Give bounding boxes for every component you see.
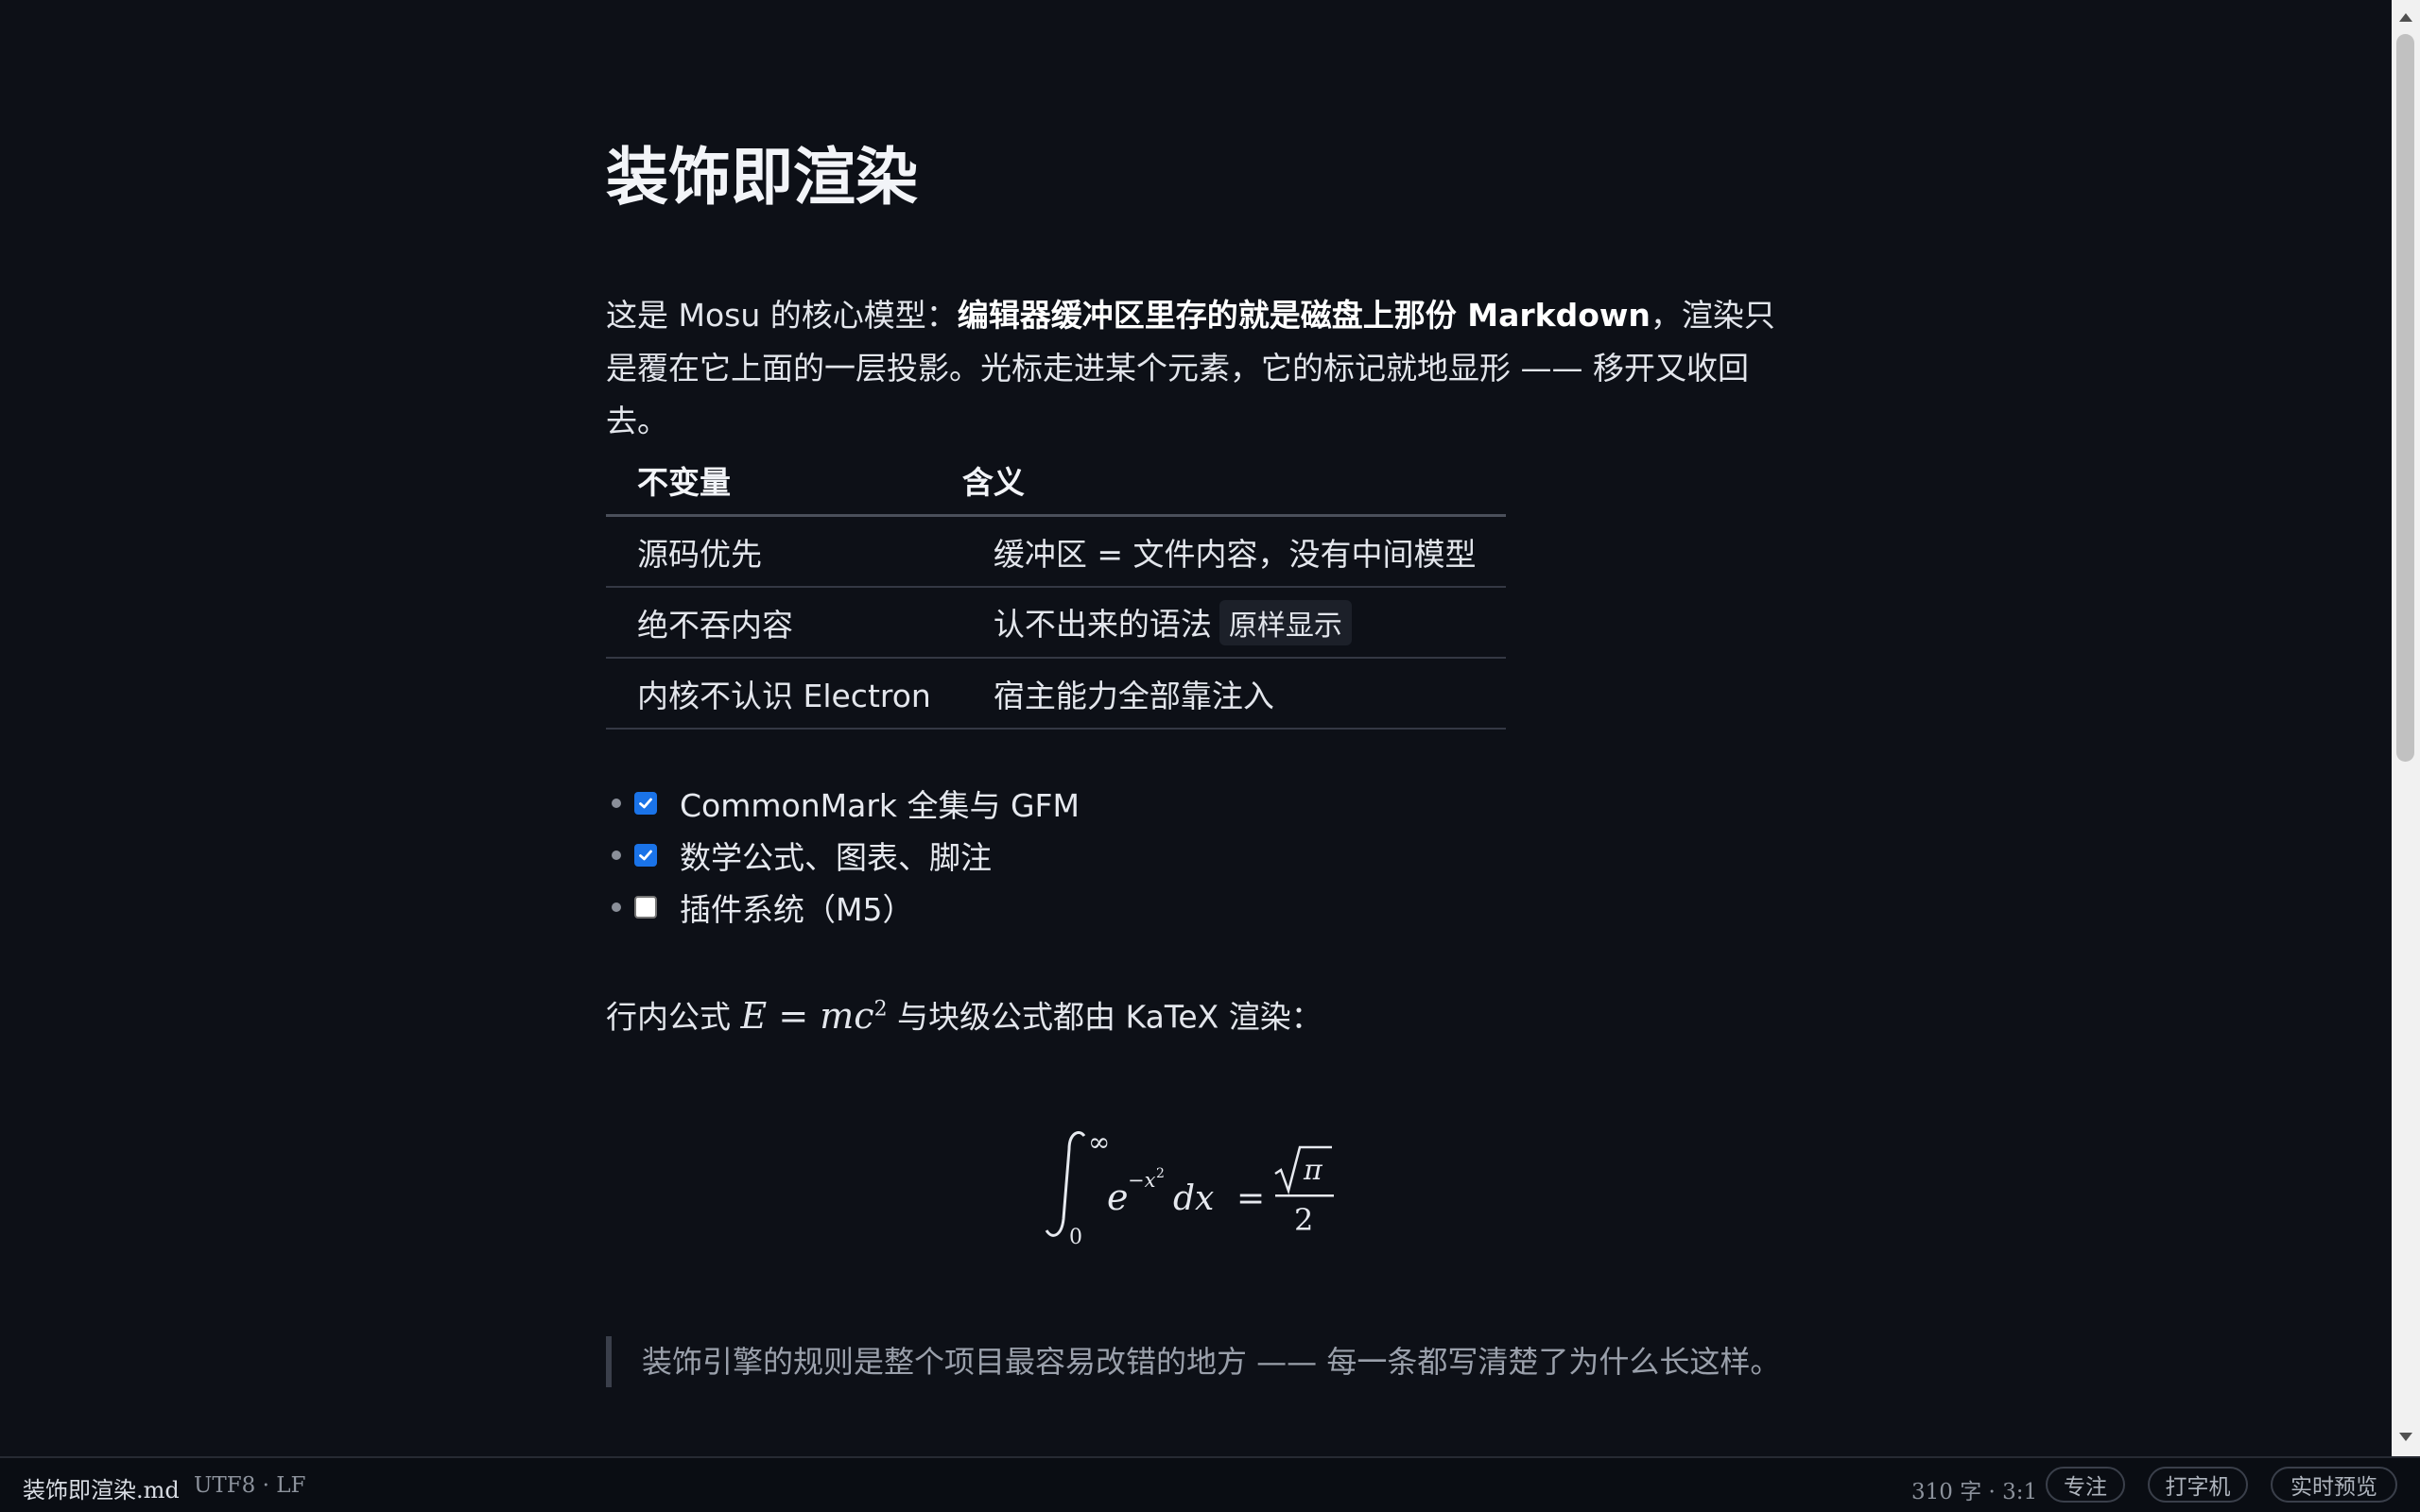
exp-exponent: −x: [1128, 1169, 1156, 1192]
bullet-icon: [612, 798, 621, 808]
task-checkbox-checked[interactable]: [634, 791, 657, 815]
table-cell-meaning: 认不出来的语法 原样显示: [930, 587, 1507, 659]
task-label: 插件系统（M5）: [680, 890, 914, 928]
inline-formula-base: E = mc: [740, 994, 874, 1037]
checkmark-icon: [639, 850, 652, 860]
table-cell-meaning: 宿主能力全部靠注入: [930, 658, 1507, 730]
typewriter-mode-button[interactable]: 打字机: [2148, 1467, 2248, 1503]
task-checkbox-unchecked[interactable]: [634, 895, 657, 919]
table-header-meaning: 含义: [930, 446, 1507, 517]
exp-exponent-power: 2: [1156, 1166, 1165, 1181]
inline-formula-exponent: 2: [873, 997, 888, 1021]
table-row: 内核不认识 Electron 宿主能力全部靠注入: [606, 658, 1507, 730]
live-preview-button[interactable]: 实时预览: [2271, 1467, 2397, 1503]
vertical-scrollbar[interactable]: [2392, 0, 2420, 1456]
intro-text-pre: 这是 Mosu 的核心模型：: [606, 297, 958, 334]
editor-viewport[interactable]: 装饰即渲染 这是 Mosu 的核心模型：编辑器缓冲区里存的就是磁盘上那份 Mar…: [0, 0, 2392, 1456]
status-filename: 装饰即渲染.md: [23, 1477, 180, 1503]
task-label: CommonMark 全集与 GFM: [680, 786, 1080, 824]
exp-base: e: [1107, 1177, 1129, 1218]
inline-formula: E = mc2: [741, 995, 888, 1037]
table-cell-invariant: 源码优先: [606, 515, 931, 588]
math-text-post: 与块级公式都由 KaTeX 渲染：: [887, 998, 1322, 1036]
blockquote[interactable]: 装饰引擎的规则是整个项目最容易改错的地方 —— 每一条都写清楚了为什么长这样。: [606, 1336, 1780, 1387]
scroll-down-arrow-icon[interactable]: [2399, 1433, 2412, 1441]
task-list: CommonMark 全集与 GFM 数学公式、图表、脚注 插件系统（M5）: [606, 777, 1080, 933]
task-label: 数学公式、图表、脚注: [680, 838, 992, 876]
block-formula: ∞ 0 e −x 2 dx = π 2: [1045, 1126, 1334, 1247]
table-header-row: 不变量 含义: [606, 446, 1507, 517]
table-cell-invariant: 绝不吞内容: [606, 587, 931, 659]
math-text-pre: 行内公式: [606, 998, 741, 1036]
bullet-icon: [612, 850, 621, 860]
integral-sign: [1045, 1131, 1086, 1237]
inline-code: 原样显示: [1219, 600, 1352, 645]
list-item: CommonMark 全集与 GFM: [606, 777, 1080, 829]
table-row: 源码优先 缓冲区 = 文件内容，没有中间模型: [606, 515, 1507, 588]
integral-upper-limit: ∞: [1088, 1126, 1110, 1158]
numerator: π: [1303, 1154, 1323, 1187]
task-checkbox-checked[interactable]: [634, 843, 657, 867]
table-cell-meaning-text: 认不出来的语法: [993, 606, 1212, 643]
table-row: 绝不吞内容 认不出来的语法 原样显示: [606, 587, 1507, 659]
checkmark-icon: [639, 798, 652, 808]
table-cell-meaning: 缓冲区 = 文件内容，没有中间模型: [930, 515, 1507, 588]
status-encoding[interactable]: UTF8 · LF: [194, 1473, 305, 1498]
equals-sign: =: [1236, 1179, 1265, 1218]
focus-mode-button[interactable]: 专注: [2046, 1467, 2125, 1503]
integral-lower-limit: 0: [1069, 1226, 1082, 1247]
inline-math-paragraph[interactable]: 行内公式 E = mc2 与块级公式都由 KaTeX 渲染：: [606, 981, 1322, 1046]
bullet-icon: [612, 902, 621, 912]
status-word-count: 310 字 · 3:1: [1911, 1480, 2038, 1504]
table-cell-invariant: 内核不认识 Electron: [606, 658, 931, 730]
list-item: 数学公式、图表、脚注: [606, 829, 1080, 881]
table-header-invariant: 不变量: [606, 446, 931, 517]
dx-term: dx: [1173, 1179, 1214, 1218]
status-bar: 装饰即渲染.md UTF8 · LF 310 字 · 3:1 专注 打字机 实时…: [0, 1456, 2420, 1512]
scrollbar-thumb[interactable]: [2396, 34, 2414, 762]
document-title[interactable]: 装饰即渲染: [606, 140, 918, 215]
intro-text-bold: 编辑器缓冲区里存的就是磁盘上那份 Markdown: [957, 297, 1651, 334]
scroll-up-arrow-icon[interactable]: [2399, 13, 2412, 22]
list-item: 插件系统（M5）: [606, 881, 1080, 933]
invariants-table: 不变量 含义 源码优先 缓冲区 = 文件内容，没有中间模型 绝不吞内容 认不出来…: [606, 446, 1507, 730]
denominator: 2: [1294, 1202, 1313, 1238]
intro-paragraph[interactable]: 这是 Mosu 的核心模型：编辑器缓冲区里存的就是磁盘上那份 Markdown，…: [606, 289, 1778, 448]
fraction-bar: [1275, 1194, 1334, 1197]
